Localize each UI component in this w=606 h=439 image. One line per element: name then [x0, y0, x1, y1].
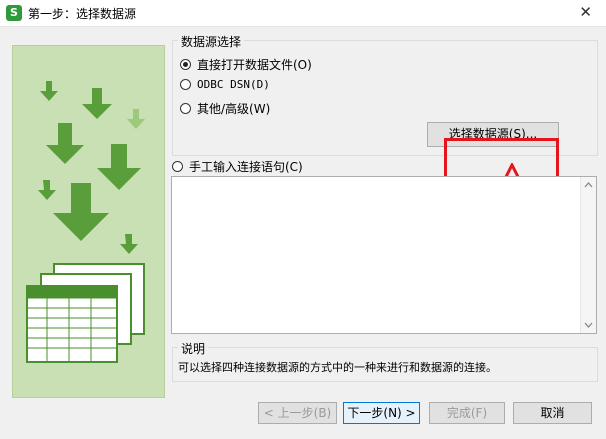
next-button[interactable]: 下一步(N) >: [343, 402, 420, 424]
radio-label: 其他/高级(W): [197, 102, 271, 116]
radio-button[interactable]: [180, 103, 191, 114]
spreadsheet-stack-icon: [26, 263, 145, 363]
scroll-up-icon: [584, 182, 593, 188]
radio-odbc-dsn[interactable]: ODBC DSN(D): [180, 78, 270, 91]
radio-button[interactable]: [172, 161, 183, 172]
datasource-group-legend: 数据源选择: [178, 33, 245, 50]
down-arrow-icon: [53, 183, 109, 241]
finish-button[interactable]: 完成(F): [429, 402, 505, 424]
connection-string-textarea[interactable]: [171, 176, 597, 334]
data-import-illustration: [26, 81, 145, 363]
scrollbar-arrows: [584, 182, 593, 328]
down-arrow-icon: [82, 88, 112, 119]
close-icon[interactable]: ✕: [579, 3, 592, 21]
down-arrow-icon: [46, 123, 84, 164]
description-legend: 说明: [178, 340, 209, 357]
wps-app-icon: S: [6, 5, 22, 21]
down-arrow-icon: [40, 81, 58, 101]
dialog-body: 数据源选择 直接打开数据文件(O) ODBC DSN(D) 其他/高级(W) 选…: [0, 27, 606, 439]
down-arrow-icon: [38, 180, 56, 200]
cancel-button[interactable]: 取消: [513, 402, 592, 424]
radio-button[interactable]: [180, 79, 191, 90]
radio-button[interactable]: [180, 59, 191, 70]
illustration-panel: [12, 45, 165, 398]
radio-open-file[interactable]: 直接打开数据文件(O): [180, 56, 312, 73]
down-arrow-icon: [97, 144, 141, 190]
down-arrow-icon: [120, 234, 138, 254]
radio-other-advanced[interactable]: 其他/高级(W): [180, 100, 270, 117]
scroll-down-icon: [584, 322, 593, 328]
back-button[interactable]: < 上一步(B): [258, 402, 337, 424]
description-text: 可以选择四种连接数据源的方式中的一种来进行和数据源的连接。: [178, 361, 497, 374]
vertical-scrollbar[interactable]: [580, 177, 596, 333]
radio-manual-connection[interactable]: 手工输入连接语句(C): [172, 158, 303, 175]
title-bar: S 第一步：选择数据源 ✕: [0, 0, 606, 27]
radio-label: 直接打开数据文件(O): [197, 58, 312, 72]
window-title: 第一步：选择数据源: [28, 7, 137, 21]
down-arrow-icon: [127, 109, 145, 129]
radio-label: ODBC DSN(D): [197, 78, 270, 91]
radio-label: 手工输入连接语句(C): [189, 160, 303, 174]
